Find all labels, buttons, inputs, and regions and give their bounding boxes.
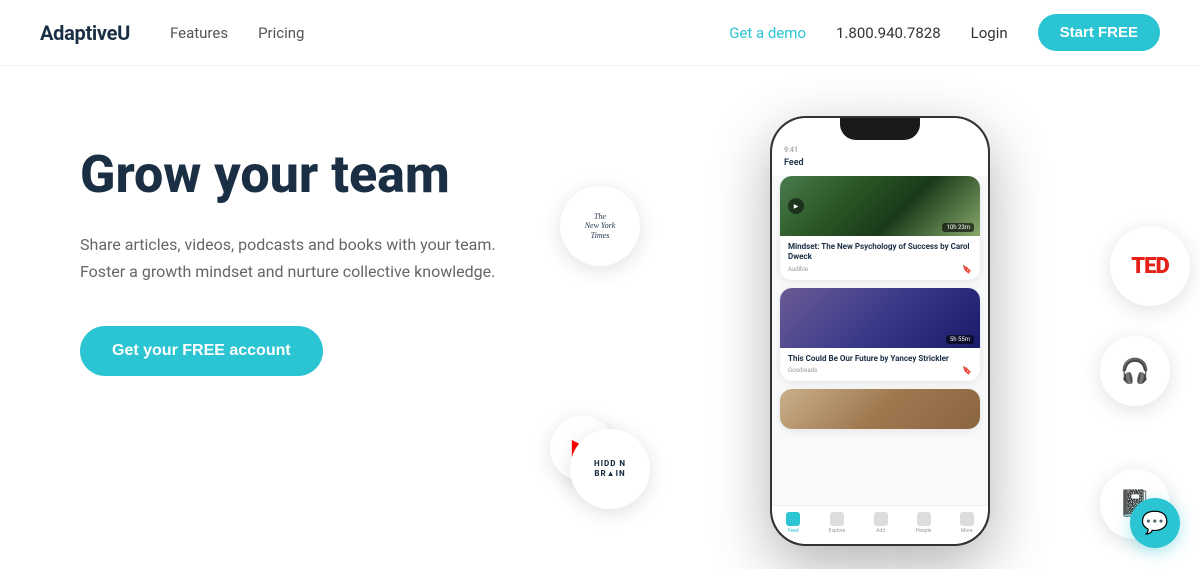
ted-bubble: TED: [1110, 226, 1190, 306]
card-1-image: ▶ 10h 23m: [780, 176, 980, 236]
card-1-title: Mindset: The New Psychology of Success b…: [788, 242, 972, 263]
explore-nav-icon: [830, 512, 844, 526]
card-3-image: [780, 389, 980, 429]
ted-logo: TED: [1131, 254, 1168, 279]
card-2-bookmark: 🔖: [962, 366, 972, 375]
feed-nav-label: Feed: [788, 528, 799, 534]
nav-right: Get a demo 1.800.940.7828 Login Start FR…: [729, 14, 1160, 51]
navbar: AdaptiveU Features Pricing Get a demo 1.…: [0, 0, 1200, 66]
phone-card-2: 5h 55m This Could Be Our Future by Yance…: [780, 288, 980, 381]
bottom-nav-add: Add: [874, 512, 888, 534]
card-1-source: Audible 🔖: [788, 265, 972, 274]
add-nav-label: Add: [876, 528, 885, 534]
card-1-duration: 10h 23m: [942, 223, 974, 232]
phone-bottom-nav: Feed Explore Add People: [772, 505, 988, 544]
bottom-nav-people: People: [916, 512, 931, 534]
hero-section: Grow your team Share articles, videos, p…: [0, 66, 1200, 569]
feed-nav-icon: [786, 512, 800, 526]
audible-bubble: 🎧: [1100, 336, 1170, 406]
hero-title: Grow your team: [80, 146, 600, 203]
audible-icon: 🎧: [1120, 357, 1150, 385]
bottom-nav-explore: Explore: [829, 512, 846, 534]
card-2-duration: 5h 55m: [946, 335, 974, 344]
card-1-body: Mindset: The New Psychology of Success b…: [780, 236, 980, 280]
explore-nav-label: Explore: [829, 528, 846, 534]
nav-link-pricing[interactable]: Pricing: [258, 24, 304, 42]
nyt-bubble: TheNew YorkTimes: [560, 186, 640, 266]
phone-card-1: ▶ 10h 23m Mindset: The New Psychology of…: [780, 176, 980, 280]
bottom-nav-more: More: [960, 512, 974, 534]
bottom-nav-feed: Feed: [786, 512, 800, 534]
nyt-logo: TheNew YorkTimes: [585, 212, 616, 241]
hero-right: TheNew YorkTimes TED 🎧 ▶ HIDD NBR▲IN 📓: [600, 106, 1160, 569]
nav-phone: 1.800.940.7828: [836, 24, 941, 42]
add-nav-icon: [874, 512, 888, 526]
get-free-account-button[interactable]: Get your FREE account: [80, 326, 323, 376]
nav-demo-link[interactable]: Get a demo: [729, 24, 806, 42]
card-1-bookmark: 🔖: [962, 265, 972, 274]
more-nav-label: More: [961, 528, 973, 534]
card-2-source: Goodreads 🔖: [788, 366, 972, 375]
card-2-body: This Could Be Our Future by Yancey Stric…: [780, 348, 980, 381]
nav-link-features[interactable]: Features: [170, 24, 228, 42]
hidden-brain-bubble: HIDD NBR▲IN: [570, 429, 650, 509]
logo: AdaptiveU: [40, 21, 130, 45]
card-2-title: This Could Be Our Future by Yancey Stric…: [788, 354, 972, 364]
start-free-button[interactable]: Start FREE: [1038, 14, 1160, 51]
phone-mockup: 9:41 Feed ▶ 10h 23m Mindset: The New Psy…: [770, 116, 990, 546]
nav-login-link[interactable]: Login: [971, 24, 1008, 42]
people-nav-icon: [917, 512, 931, 526]
hero-left: Grow your team Share articles, videos, p…: [80, 106, 600, 569]
people-nav-label: People: [916, 528, 931, 534]
phone-notch: [840, 118, 920, 140]
nav-links: Features Pricing: [170, 24, 304, 42]
chat-icon: 💬: [1141, 511, 1168, 536]
phone-card-3: [780, 389, 980, 429]
card-2-image: 5h 55m: [780, 288, 980, 348]
phone-screen: 9:41 Feed ▶ 10h 23m Mindset: The New Psy…: [772, 118, 988, 544]
hero-subtitle: Share articles, videos, podcasts and boo…: [80, 231, 500, 285]
phone-content: ▶ 10h 23m Mindset: The New Psychology of…: [772, 176, 988, 505]
more-nav-icon: [960, 512, 974, 526]
hidden-brain-logo: HIDD NBR▲IN: [594, 459, 626, 478]
card-1-play: ▶: [788, 198, 804, 214]
chat-button[interactable]: 💬: [1130, 498, 1180, 548]
